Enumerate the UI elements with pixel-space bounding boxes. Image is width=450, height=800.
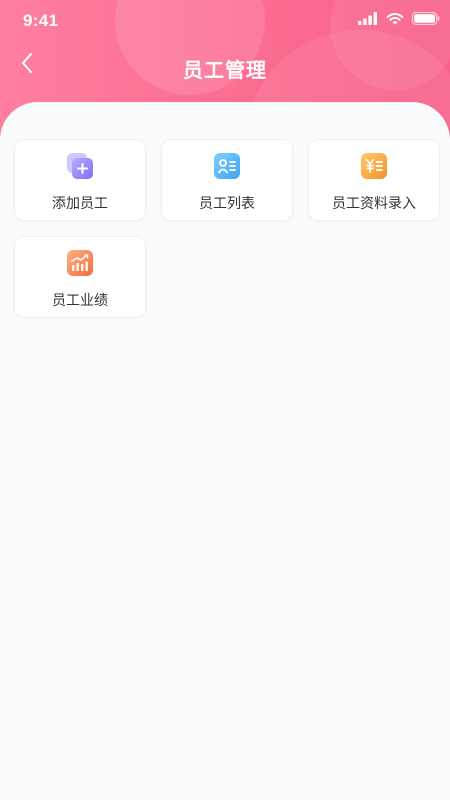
wifi-icon — [386, 10, 404, 29]
yuan-document-icon — [360, 152, 388, 180]
add-employee-label: 添加员工 — [52, 196, 108, 212]
cellular-signal-icon — [358, 10, 378, 29]
add-user-icon — [66, 152, 94, 180]
status-time: 9:41 — [23, 11, 59, 30]
employee-performance-label: 员工业绩 — [52, 293, 108, 309]
employee-list-label: 员工列表 — [199, 196, 255, 212]
status-bar: 9:41 — [0, 0, 450, 42]
navigation-bar: 员工管理 — [0, 44, 450, 88]
add-employee-card[interactable]: 添加员工 — [14, 139, 146, 221]
employee-info-entry-card[interactable]: 员工资料录入 — [308, 139, 440, 221]
contact-card-icon — [213, 152, 241, 180]
employee-info-entry-label: 员工资料录入 — [332, 196, 416, 212]
page-title: 员工管理 — [183, 58, 267, 82]
content-sheet: 添加员工 员工列表 员工资料录入 员工业绩 — [0, 102, 450, 800]
battery-icon — [412, 10, 440, 29]
status-icons — [358, 10, 440, 29]
employee-performance-card[interactable]: 员工业绩 — [14, 236, 146, 318]
employee-list-card[interactable]: 员工列表 — [161, 139, 293, 221]
bar-chart-icon — [66, 249, 94, 277]
